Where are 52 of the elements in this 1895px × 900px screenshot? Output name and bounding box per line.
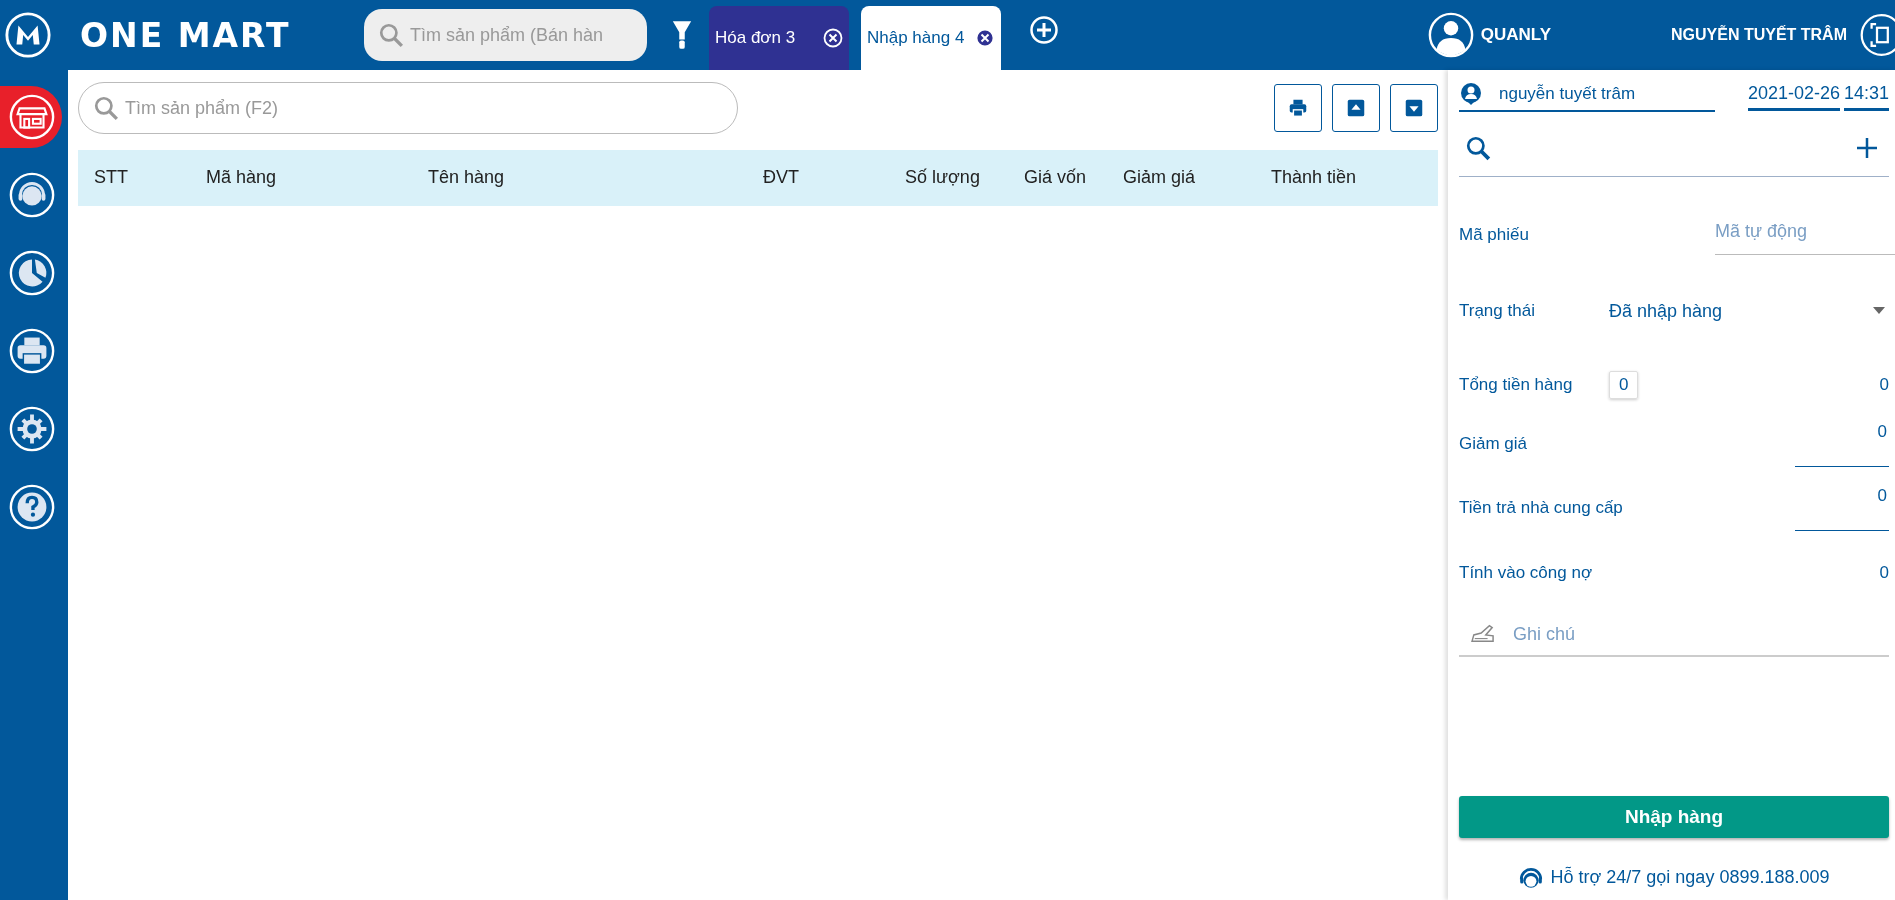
field-label: Tính vào công nợ xyxy=(1459,563,1594,583)
field-label: Giảm giá xyxy=(1459,434,1529,454)
column-header[interactable]: Giá vốn xyxy=(1024,167,1087,188)
download-button[interactable] xyxy=(1390,84,1438,132)
column-header[interactable]: Giảm giá xyxy=(1123,167,1196,188)
document-tab[interactable]: Hóa đơn 3 xyxy=(709,6,849,70)
field-label: Tổng tiền hàng xyxy=(1459,375,1574,395)
print-button[interactable] xyxy=(1274,84,1322,132)
document-tab[interactable]: Nhập hàng 4 xyxy=(861,6,1001,70)
barcode-scanner-icon[interactable] xyxy=(671,19,693,51)
support-hotline-text: Hỗ trợ 24/7 gọi ngay 0899.188.009 xyxy=(1550,866,1830,888)
search-icon xyxy=(378,22,404,48)
upload-icon xyxy=(1345,97,1367,119)
staff-field[interactable]: nguyễn tuyết trâm xyxy=(1459,82,1715,112)
close-icon[interactable] xyxy=(823,28,843,48)
field-label: Tiền trả nhà cung cấp xyxy=(1459,498,1623,518)
column-header[interactable]: ĐVT xyxy=(763,167,799,188)
download-icon xyxy=(1403,97,1425,119)
app-logo-text: ONE MART xyxy=(80,15,292,55)
search-icon[interactable] xyxy=(1465,135,1491,161)
column-header[interactable]: Tên hàng xyxy=(428,167,505,188)
user-role: QUANLY xyxy=(1480,25,1551,45)
item-count-badge: 0 xyxy=(1609,371,1639,399)
add-icon[interactable] xyxy=(1855,136,1879,160)
printer-icon xyxy=(1287,97,1309,119)
import-goods-button[interactable]: Nhập hàng xyxy=(1459,796,1889,838)
amount-field[interactable]: 0 xyxy=(1795,421,1889,467)
user-name: NGUYỄN TUYẾT TRÂM xyxy=(1671,26,1847,44)
user-icon xyxy=(1459,82,1483,106)
date-field[interactable]: 2021-02-26 xyxy=(1747,83,1840,111)
time-field[interactable]: 14:31 xyxy=(1843,83,1889,111)
column-header[interactable]: Mã hàng xyxy=(206,167,277,188)
field-value: 0 xyxy=(1879,563,1889,583)
status-dropdown[interactable]: Đã nhập hàng xyxy=(1609,300,1889,322)
upload-button[interactable] xyxy=(1332,84,1380,132)
writing-hand-icon xyxy=(1469,623,1497,645)
dropdown-caret-icon xyxy=(1873,307,1885,315)
search-icon xyxy=(93,95,119,121)
amount-field[interactable]: 0 xyxy=(1795,485,1889,531)
code-field[interactable]: Mã tự động xyxy=(1715,215,1895,255)
field-label: Mã phiếu xyxy=(1459,225,1530,245)
column-header[interactable]: Số lượng xyxy=(905,167,980,188)
field-label: Trạng thái xyxy=(1459,301,1536,321)
column-header[interactable]: STT xyxy=(94,167,128,188)
user-avatar-icon[interactable] xyxy=(1426,11,1475,59)
sidebar-item[interactable] xyxy=(0,86,62,148)
column-header[interactable]: Thành tiền xyxy=(1271,167,1357,188)
field-value: 0 xyxy=(1879,375,1889,395)
add-tab-icon[interactable] xyxy=(1029,14,1059,45)
fullscreen-icon[interactable] xyxy=(1859,11,1895,59)
close-icon[interactable] xyxy=(975,28,995,48)
logo-icon xyxy=(4,11,52,59)
